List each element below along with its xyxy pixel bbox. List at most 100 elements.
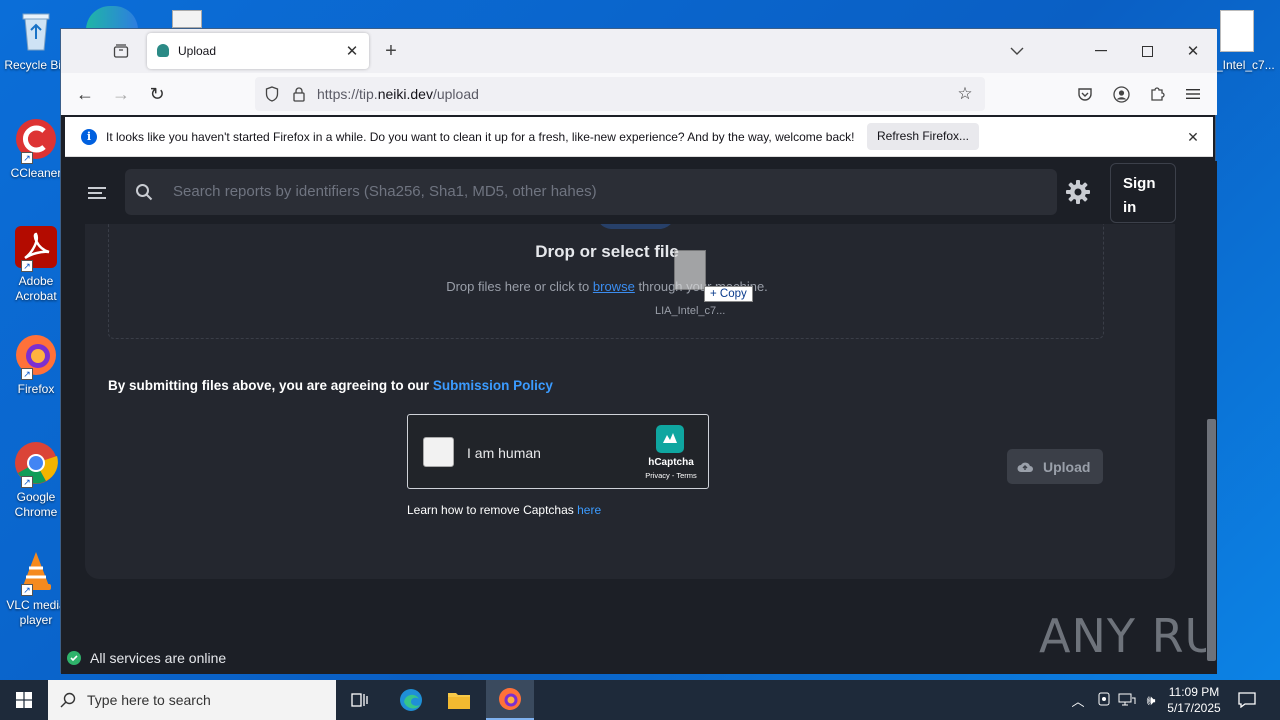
cloud-upload-small-icon: [1017, 460, 1033, 474]
url-domain: neiki.dev: [377, 86, 433, 102]
account-icon[interactable]: [1109, 82, 1133, 106]
firefox-icon: ↗: [13, 332, 59, 380]
desktop-icon-label: Recycle Bin: [4, 58, 68, 72]
chrome-icon: ↗: [13, 440, 59, 488]
taskbar: Type here to search ︿ 🕪 11:09 PM 5/17/20…: [0, 680, 1280, 720]
submission-policy-link[interactable]: Submission Policy: [433, 378, 553, 393]
shortcut-arrow-icon: ↗: [21, 584, 33, 596]
browser-window: Upload ✕ + ✕ ← → ↻ https://tip.neiki.dev…: [60, 28, 1217, 674]
search-box[interactable]: Search reports by identifiers (Sha256, S…: [125, 169, 1057, 215]
vlc-icon: ↗: [13, 548, 59, 596]
policy-notice: By submitting files above, you are agree…: [108, 378, 553, 393]
file-icon: [1220, 10, 1254, 52]
captcha-privacy-terms[interactable]: Privacy - Terms: [640, 471, 702, 480]
maximize-icon[interactable]: [1135, 39, 1159, 63]
site-header: Search reports by identifiers (Sha256, S…: [61, 161, 1206, 224]
taskbar-search-box[interactable]: Type here to search: [48, 680, 336, 720]
scrollbar-thumb[interactable]: [1207, 419, 1216, 661]
reload-icon[interactable]: ↻: [145, 82, 169, 106]
start-windows-icon[interactable]: [0, 680, 48, 720]
tab-upload[interactable]: Upload ✕: [147, 33, 369, 69]
desktop-icon-label: Google Chrome: [14, 490, 58, 519]
captcha-help-link[interactable]: here: [577, 503, 601, 517]
captcha-brand: hCaptcha: [648, 457, 694, 468]
site-favicon-icon: [157, 44, 169, 57]
volume-icon[interactable]: 🕪: [1140, 690, 1162, 710]
url-path: /upload: [432, 86, 479, 102]
shortcut-arrow-icon: ↗: [21, 152, 33, 164]
tab-close-icon[interactable]: ✕: [343, 42, 361, 60]
menu-hamburger-icon[interactable]: [1181, 82, 1205, 106]
url-bar[interactable]: https://tip.neiki.dev/upload ☆: [255, 77, 985, 111]
captcha-help-text: Learn how to remove Captchas: [407, 503, 574, 517]
device-icon[interactable]: [1094, 690, 1114, 710]
desktop-icon-ccleaner[interactable]: ↗ CCleaner: [4, 116, 68, 181]
hcaptcha-widget: I am human hCaptcha Privacy - Terms: [407, 414, 709, 489]
notification-close-icon[interactable]: ✕: [1183, 127, 1203, 147]
window-close-icon[interactable]: ✕: [1181, 39, 1205, 63]
task-view-icon[interactable]: [340, 680, 380, 720]
recycle-bin-icon: [13, 8, 59, 54]
desktop-file-label[interactable]: _Intel_c7...: [1216, 58, 1275, 72]
forward-icon[interactable]: →: [109, 82, 133, 106]
anyrun-watermark: ANY RUN: [1039, 609, 1217, 663]
drop-instructions: Drop files here or click to browse throu…: [109, 279, 1105, 294]
search-icon: [133, 181, 155, 203]
desktop-icon-adobe-acrobat[interactable]: ↗ Adobe Acrobat: [4, 224, 68, 304]
desktop-icon-label: VLC media player: [6, 598, 66, 627]
firefox-view-icon[interactable]: [109, 39, 133, 63]
browse-link[interactable]: browse: [593, 279, 635, 294]
list-all-tabs-icon[interactable]: [1005, 39, 1029, 63]
desktop-icon-recycle-bin[interactable]: Recycle Bin: [4, 8, 68, 73]
url-text: https://tip.neiki.dev/upload: [317, 86, 479, 102]
notifications-icon[interactable]: [1234, 688, 1260, 712]
document-desktop-icon: [172, 10, 202, 28]
shortcut-arrow-icon: ↗: [21, 368, 33, 380]
new-tab-icon[interactable]: +: [379, 39, 403, 63]
upload-button[interactable]: Upload: [1007, 449, 1103, 484]
desktop-icon-firefox[interactable]: ↗ Firefox: [4, 332, 68, 397]
tab-bar: Upload ✕ + ✕: [61, 29, 1217, 73]
sign-in-button[interactable]: Sign in: [1110, 163, 1176, 223]
network-icon[interactable]: [1116, 690, 1138, 710]
clock-time: 11:09 PM: [1168, 685, 1220, 699]
status-text: All services are online: [90, 650, 227, 666]
scrollbar-track[interactable]: [1206, 161, 1217, 674]
web-page: Search reports by identifiers (Sha256, S…: [61, 161, 1217, 674]
captcha-help: Learn how to remove Captchas here: [407, 503, 601, 517]
captcha-checkbox[interactable]: [423, 437, 454, 467]
captcha-label: I am human: [467, 445, 541, 461]
upload-card: Drop or select file Drop files here or c…: [85, 179, 1175, 579]
edge-taskbar-icon[interactable]: [390, 680, 432, 720]
desktop-icon-label: Firefox: [17, 382, 55, 396]
search-placeholder: Search reports by identifiers (Sha256, S…: [173, 183, 597, 200]
clock-date: 5/17/2025: [1167, 701, 1221, 715]
file-explorer-icon[interactable]: [438, 680, 480, 720]
url-prefix: https://tip.: [317, 86, 378, 102]
refresh-firefox-button[interactable]: Refresh Firefox...: [867, 123, 979, 150]
tracking-shield-icon[interactable]: [263, 85, 281, 103]
edge-desktop-icon: [86, 6, 138, 30]
desktop-icon-vlc[interactable]: ↗ VLC media player: [4, 548, 68, 628]
hamburger-menu-icon[interactable]: [85, 181, 109, 205]
desktop-icon-google-chrome[interactable]: ↗ Google Chrome: [4, 440, 68, 520]
drop-text-before: Drop files here or click to: [446, 279, 590, 294]
clock[interactable]: 11:09 PM 5/17/2025: [1164, 684, 1224, 716]
plus-icon: +: [710, 288, 717, 300]
tab-title: Upload: [178, 44, 217, 58]
pocket-icon[interactable]: [1073, 82, 1097, 106]
info-icon: i: [81, 129, 97, 145]
upload-label: Upload: [1043, 459, 1091, 475]
show-hidden-icons-icon[interactable]: ︿: [1068, 690, 1088, 710]
back-icon[interactable]: ←: [73, 82, 97, 106]
settings-gear-icon[interactable]: [1065, 179, 1091, 205]
lock-icon[interactable]: [290, 85, 308, 103]
extensions-icon[interactable]: [1145, 82, 1169, 106]
bookmark-star-icon[interactable]: ☆: [955, 84, 975, 104]
firefox-taskbar-icon[interactable]: [486, 680, 534, 720]
hcaptcha-logo-icon: [654, 423, 686, 455]
search-icon: [58, 690, 78, 710]
status-online-icon: [67, 651, 81, 665]
minimize-icon[interactable]: [1089, 39, 1113, 63]
taskbar-search-placeholder: Type here to search: [87, 692, 211, 708]
